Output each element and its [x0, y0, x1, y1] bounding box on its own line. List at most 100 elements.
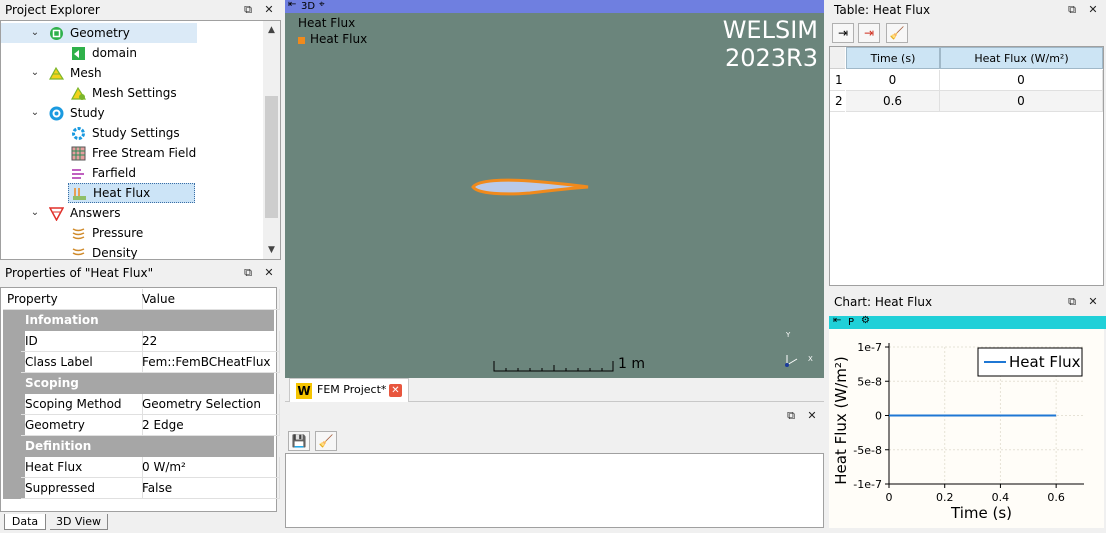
float-icon[interactable]: ⧉ — [1064, 295, 1080, 309]
y-tick-label: -5e-8 — [853, 444, 882, 457]
save-icon[interactable]: 💾 — [288, 431, 310, 451]
tree-item-mesh-settings[interactable]: Mesh Settings — [1, 83, 197, 103]
viewport-mode-label[interactable]: 3D — [301, 0, 315, 13]
x-tick-label: 0.6 — [1047, 491, 1065, 504]
heat-flux-chart[interactable]: 1e-7 5e-8 0 -5e-8 -1e-7 0 0.2 0.4 0.6 Time (s) Hea… — [829, 329, 1104, 528]
tree-item-heat-flux[interactable]: Heat Flux — [68, 183, 195, 203]
group-row-definition[interactable]: Definition — [3, 436, 274, 457]
close-icon[interactable]: ✕ — [261, 3, 277, 17]
tree-item-free-stream-field[interactable]: Free Stream Field — [1, 143, 197, 163]
chevron-down-icon[interactable]: ⌄ — [29, 203, 41, 223]
properties-header-row: Property Value — [1, 289, 280, 310]
close-icon[interactable]: ✕ — [1085, 3, 1101, 17]
tab-fem-project[interactable]: W FEM Project* ✕ — [289, 378, 409, 402]
tree-item-geometry[interactable]: ⌄ Geometry — [1, 23, 197, 43]
study-icon — [49, 106, 64, 121]
close-icon[interactable]: ✕ — [1085, 295, 1101, 309]
tree-item-domain[interactable]: domain — [1, 43, 197, 63]
table-cell[interactable]: 0.6 — [846, 91, 940, 112]
collapse-icon[interactable]: ⇤ — [833, 315, 841, 326]
axis-triad-icon: Y X — [785, 331, 813, 367]
delete-row-icon[interactable]: ⇥ — [858, 23, 880, 43]
svg-text:Y: Y — [785, 331, 791, 339]
mesh-settings-icon — [71, 86, 86, 100]
welsim-logo: WELSIM 2023R3 — [722, 16, 818, 72]
y-tick-label: 1e-7 — [857, 341, 882, 354]
answers-icon — [49, 207, 64, 221]
tab-data[interactable]: Data — [4, 514, 46, 530]
heat-flux-icon — [73, 188, 86, 200]
property-row-scoping-method[interactable]: Scoping Method Geometry Selection — [1, 394, 280, 415]
clear-table-icon[interactable]: 🧹 — [886, 23, 908, 43]
chart-mode-label[interactable]: P — [848, 316, 854, 329]
tree-item-study-settings[interactable]: Study Settings — [1, 123, 197, 143]
property-row-id[interactable]: ID 22 — [1, 331, 280, 352]
property-row-class-label[interactable]: Class Label Fem::FemBCHeatFlux — [1, 352, 280, 373]
chevron-down-icon[interactable]: ⌄ — [29, 23, 41, 43]
row-header[interactable]: 1 — [830, 70, 845, 91]
tree-item-answers[interactable]: ⌄ Answers — [1, 203, 197, 223]
viewport-toolbar: ⇤ 3D ⌖ — [285, 0, 824, 13]
group-row-information[interactable]: Infomation — [3, 310, 274, 331]
tree-item-study[interactable]: ⌄ Study — [1, 103, 197, 123]
scroll-up-icon[interactable]: ▲ — [263, 23, 280, 37]
float-icon[interactable]: ⧉ — [240, 3, 256, 17]
settings-icon[interactable]: ⚙ — [861, 315, 870, 326]
table-cell[interactable]: 0 — [940, 91, 1103, 112]
document-tab-strip: W FEM Project* ✕ — [285, 378, 824, 402]
float-icon[interactable]: ⧉ — [240, 266, 256, 280]
airfoil-shape[interactable] — [470, 178, 592, 198]
property-row-geometry[interactable]: Geometry 2 Edge — [1, 415, 280, 436]
crosshair-icon[interactable]: ⌖ — [319, 0, 325, 10]
property-row-suppressed[interactable]: Suppressed False — [1, 478, 280, 499]
farfield-icon — [72, 169, 84, 179]
close-tab-icon[interactable]: ✕ — [389, 384, 402, 397]
properties-table: Property Value Infomation ID 22 Class La… — [0, 287, 280, 512]
tree-item-farfield[interactable]: Farfield — [1, 163, 197, 183]
tree-item-density[interactable]: Density — [1, 243, 197, 259]
property-row-heat-flux[interactable]: Heat Flux 0 W/m² — [1, 457, 280, 478]
properties-title: Properties of "Heat Flux" — [0, 263, 281, 283]
insert-row-icon[interactable]: ⇥ — [832, 23, 854, 43]
y-tick-label: -1e-7 — [853, 478, 882, 491]
viewport-legend-label: Heat Flux — [310, 32, 368, 46]
scale-label: 1 m — [618, 356, 645, 372]
tree-item-pressure[interactable]: Pressure — [1, 223, 197, 243]
body-icon — [72, 47, 85, 60]
collapse-icon[interactable]: ⇤ — [288, 0, 296, 10]
viewport-3d[interactable]: Heat Flux Heat Flux WELSIM 2023R3 1 m Y … — [285, 13, 824, 378]
chevron-down-icon[interactable]: ⌄ — [29, 63, 41, 83]
tab-3d-view[interactable]: 3D View — [50, 514, 108, 530]
output-panel: ⧉ ✕ 💾 🧹 — [285, 406, 824, 528]
scale-bar — [493, 361, 614, 372]
table-cell[interactable]: 0 — [846, 70, 940, 91]
float-icon[interactable]: ⧉ — [1064, 3, 1080, 17]
column-header-time[interactable]: Time (s) — [846, 47, 940, 69]
viewport-heading: Heat Flux — [298, 16, 356, 30]
close-icon[interactable]: ✕ — [261, 266, 277, 280]
gear-icon — [72, 127, 85, 140]
density-icon — [72, 248, 85, 256]
column-header-heat-flux[interactable]: Heat Flux (W/m²) — [940, 47, 1103, 69]
close-icon[interactable]: ✕ — [804, 409, 820, 423]
table-cell[interactable]: 0 — [940, 70, 1103, 91]
scroll-down-icon[interactable]: ▼ — [263, 243, 280, 257]
clear-icon[interactable]: 🧹 — [315, 431, 337, 451]
chart-panel: Chart: Heat Flux ⧉ ✕ ⇤ P ⚙ 1e-7 5e-8 0 -5e-… — [829, 292, 1106, 530]
chevron-down-icon[interactable]: ⌄ — [29, 103, 41, 123]
group-row-scoping[interactable]: Scoping — [3, 373, 274, 394]
x-tick-label: 0.4 — [992, 491, 1010, 504]
output-console[interactable] — [285, 453, 824, 528]
y-axis-label: Heat Flux (W/m²) — [832, 356, 850, 485]
project-explorer-panel: Project Explorer ⧉ ✕ ⌄ Geometry domain ⌄… — [0, 0, 281, 262]
legend-swatch — [298, 37, 305, 44]
tree-item-mesh[interactable]: ⌄ Mesh — [1, 63, 197, 83]
scroll-thumb[interactable] — [265, 96, 278, 218]
tree-scrollbar[interactable]: ▲ ▼ — [263, 21, 280, 259]
y-tick-label: 5e-8 — [857, 375, 882, 388]
x-tick-label: 0.2 — [936, 491, 954, 504]
row-header[interactable]: 2 — [830, 91, 845, 112]
float-icon[interactable]: ⧉ — [783, 409, 799, 423]
project-explorer-title: Project Explorer — [0, 0, 281, 20]
field-icon — [71, 146, 86, 161]
